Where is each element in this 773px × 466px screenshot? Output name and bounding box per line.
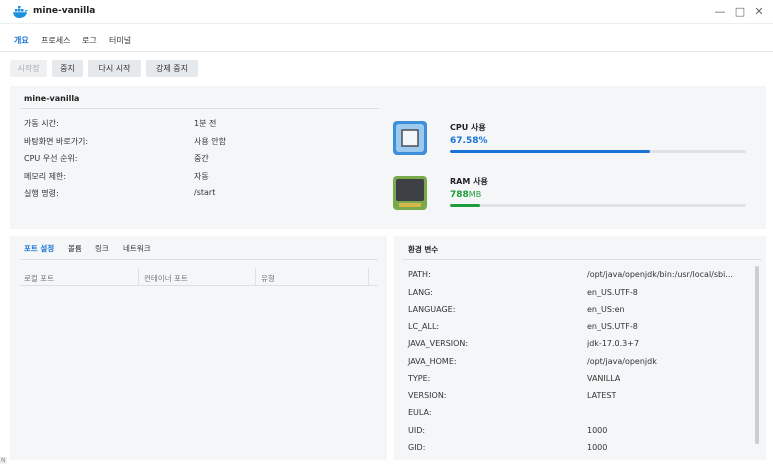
column-local-port[interactable]: 로컬 포트 xyxy=(24,273,54,284)
ram-usage-bar xyxy=(450,204,746,207)
docker-app-icon xyxy=(13,6,28,18)
env-var-key: LANGUAGE: xyxy=(408,305,456,314)
tab-terminal[interactable]: 터미널 xyxy=(109,35,131,46)
column-separator xyxy=(255,268,256,285)
env-var-key: LC_ALL: xyxy=(408,322,440,331)
minimize-button[interactable]: — xyxy=(713,4,727,18)
field-label-shortcut: 바탕화면 바로가기: xyxy=(24,137,89,146)
subtabs-divider xyxy=(20,259,378,260)
port-settings-panel xyxy=(10,236,387,460)
cpu-icon xyxy=(393,121,427,155)
field-value-memory-limit: 자동 xyxy=(194,172,209,181)
corner-mark: N xyxy=(0,457,7,464)
tab-processes[interactable]: 프로세스 xyxy=(41,35,70,46)
env-var-value: en_US.UTF-8 xyxy=(587,288,638,297)
overview-divider xyxy=(20,108,379,109)
maximize-button[interactable]: □ xyxy=(733,4,747,18)
field-label-memory-limit: 메모리 제한: xyxy=(24,172,67,181)
ram-usage-fill xyxy=(450,204,480,207)
title-bar: mine-vanilla — □ ✕ xyxy=(0,0,773,24)
subtab-network[interactable]: 네트워크 xyxy=(123,243,151,254)
stop-button[interactable]: 중지 xyxy=(52,60,83,77)
env-var-key: LANG: xyxy=(408,288,433,297)
column-separator xyxy=(138,268,139,285)
cpu-usage-value: 67.58% xyxy=(450,136,488,146)
ram-usage-value: 788MB xyxy=(450,190,482,200)
subtab-volumes[interactable]: 볼륨 xyxy=(68,243,82,254)
env-var-value: 1000 xyxy=(587,443,608,452)
column-type[interactable]: 유형 xyxy=(261,273,275,284)
field-label-command: 실행 명령: xyxy=(24,189,59,198)
ram-usage-label: RAM 사용 xyxy=(450,177,488,186)
restart-button[interactable]: 다시 시작 xyxy=(88,60,141,77)
env-var-key: TYPE: xyxy=(408,374,431,383)
table-header-divider xyxy=(20,285,378,286)
close-button[interactable]: ✕ xyxy=(752,4,766,18)
window-title: mine-vanilla xyxy=(33,6,96,16)
env-var-value: jdk-17.0.3+7 xyxy=(587,339,640,348)
main-tabs: 개요 프로세스 로그 터미널 xyxy=(0,30,773,52)
env-var-key: JAVA_VERSION: xyxy=(408,339,469,348)
env-var-value: /opt/java/openjdk/bin:/usr/local/sbi... xyxy=(587,270,733,279)
env-var-value: en_US.UTF-8 xyxy=(587,322,638,331)
env-var-key: GID: xyxy=(408,443,426,452)
env-var-value: /opt/java/openjdk xyxy=(587,357,657,366)
env-vars-title: 환경 변수 xyxy=(408,245,439,254)
force-stop-button[interactable]: 강제 중지 xyxy=(146,60,198,77)
subtab-links[interactable]: 링크 xyxy=(95,243,109,254)
cpu-usage-fill xyxy=(450,150,651,153)
env-var-key: JAVA_HOME: xyxy=(408,357,457,366)
field-label-uptime: 가동 시간: xyxy=(24,119,59,128)
ram-icon xyxy=(393,176,427,210)
tab-log[interactable]: 로그 xyxy=(82,35,97,46)
env-var-key: EULA: xyxy=(408,408,432,417)
field-value-uptime: 1분 전 xyxy=(194,119,217,128)
overview-title: mine-vanilla xyxy=(24,94,80,103)
env-var-key: VERSION: xyxy=(408,391,447,400)
env-divider xyxy=(403,259,762,260)
env-var-value: LATEST xyxy=(587,391,617,400)
column-container-port[interactable]: 컨테이너 포트 xyxy=(144,273,188,284)
field-label-cpu-priority: CPU 우선 순위: xyxy=(24,154,78,163)
field-value-cpu-priority: 중간 xyxy=(194,154,209,163)
tab-overview[interactable]: 개요 xyxy=(14,35,29,46)
field-value-command: /start xyxy=(194,188,216,197)
env-var-value: en_US:en xyxy=(587,305,625,314)
cpu-usage-bar xyxy=(450,150,746,153)
env-scrollbar[interactable] xyxy=(755,266,759,444)
subtab-port-settings[interactable]: 포트 설정 xyxy=(24,243,54,254)
env-var-value: 1000 xyxy=(587,426,608,435)
cpu-usage-label: CPU 사용 xyxy=(450,123,486,132)
env-var-value: VANILLA xyxy=(587,374,621,383)
start-button[interactable]: 시작정 xyxy=(10,60,47,77)
env-var-key: PATH: xyxy=(408,270,431,279)
column-separator xyxy=(368,268,369,285)
field-value-shortcut: 사용 안함 xyxy=(194,137,226,146)
env-var-key: UID: xyxy=(408,426,426,435)
